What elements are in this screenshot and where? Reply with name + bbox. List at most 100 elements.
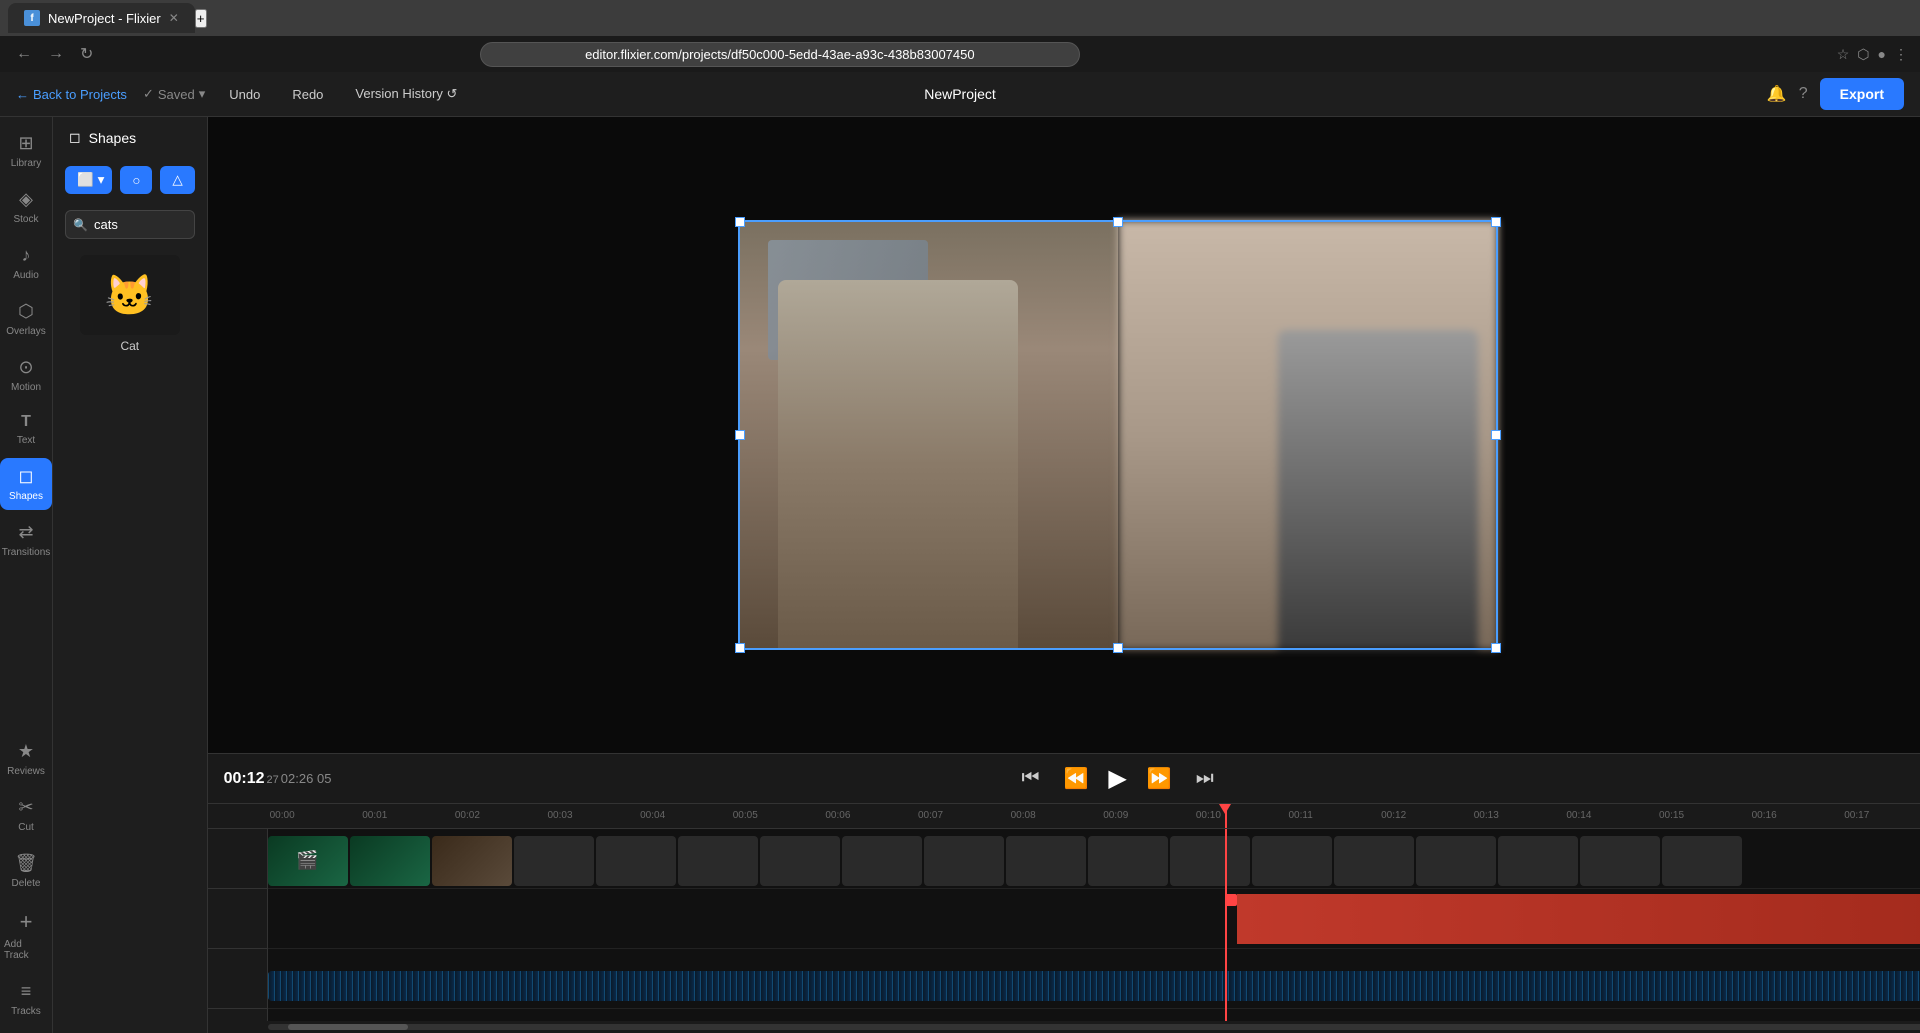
sidebar-label-add-track: Add Track <box>4 939 48 961</box>
profile-icon[interactable]: ● <box>1878 46 1886 62</box>
sidebar-item-cut[interactable]: ✂ Cut <box>0 789 52 841</box>
total-time-display: 02:26 05 <box>281 771 332 786</box>
sidebar-item-overlays[interactable]: ⬡ Overlays <box>0 293 52 345</box>
address-input[interactable] <box>480 42 1080 67</box>
ruler-mark-2: 00:02 <box>453 810 546 821</box>
app-header: ← Back to Projects ✓ Saved ▾ Undo Redo V… <box>0 72 1920 117</box>
time-display: 00:12 27 02:26 05 <box>224 770 332 788</box>
clip-video-8[interactable] <box>1006 836 1086 886</box>
scroll-thumb[interactable] <box>288 1024 408 1030</box>
ruler-mark-6: 00:06 <box>823 810 916 821</box>
new-tab-button[interactable]: + <box>195 9 207 28</box>
sidebar-item-library[interactable]: ⊞ Library <box>0 125 52 177</box>
clip-video-9[interactable] <box>1088 836 1168 886</box>
extensions-icon[interactable]: ⬡ <box>1857 46 1869 63</box>
play-pause-button[interactable]: ▶ <box>1108 764 1126 793</box>
sidebar-item-shapes[interactable]: ◻ Shapes <box>0 458 52 510</box>
clip-video-3[interactable] <box>596 836 676 886</box>
shape-dropdown-arrow: ▾ <box>98 172 105 188</box>
sidebar-label-stock: Stock <box>13 214 38 225</box>
skip-to-end-button[interactable]: ⏭ <box>1192 763 1218 794</box>
motion-icon: ⊙ <box>18 357 33 378</box>
reload-button[interactable]: ↻ <box>76 40 97 68</box>
overlays-icon: ⬡ <box>18 301 34 322</box>
ruler-mark-15: 00:15 <box>1657 810 1750 821</box>
mask-clip[interactable] <box>1237 894 1920 944</box>
clip-video-1[interactable] <box>432 836 512 886</box>
fast-forward-button[interactable]: ⏩ <box>1143 762 1176 795</box>
sidebar-item-add-track[interactable]: + Add Track <box>0 901 52 969</box>
clip-video-11[interactable] <box>1252 836 1332 886</box>
cat-label: Cat <box>120 339 139 353</box>
clip-video-4[interactable] <box>678 836 758 886</box>
export-button[interactable]: Export <box>1820 78 1904 110</box>
clip-video-14[interactable] <box>1498 836 1578 886</box>
clip-video-16[interactable] <box>1662 836 1742 886</box>
clip-video-5[interactable] <box>760 836 840 886</box>
sidebar-item-tracks[interactable]: ≡ Tracks <box>0 973 52 1025</box>
undo-button[interactable]: Undo <box>221 83 268 106</box>
back-nav-button[interactable]: ← <box>12 41 36 67</box>
media-grid: 🐱 Cat <box>53 247 207 361</box>
video-right-panel <box>1118 220 1498 650</box>
sidebar-label-transitions: Transitions <box>2 547 51 558</box>
clip-video-12[interactable] <box>1334 836 1414 886</box>
sidebar-item-reviews[interactable]: ★ Reviews <box>0 733 52 785</box>
address-bar-row: ← → ↻ ☆ ⬡ ● ⋮ <box>0 36 1920 72</box>
clip-video-7[interactable] <box>924 836 1004 886</box>
playback-controls: 00:12 27 02:26 05 ⏮ ⏪ ▶ ⏩ ⏭ 100% ⛶ ⚙ <box>208 753 1920 803</box>
project-title: NewProject <box>924 86 996 102</box>
clip-green-2[interactable] <box>350 836 430 886</box>
help-icon[interactable]: ? <box>1799 85 1808 103</box>
rewind-button[interactable]: ⏪ <box>1059 762 1092 795</box>
sidebar-label-text: Text <box>17 435 35 446</box>
bookmark-icon[interactable]: ☆ <box>1837 46 1850 63</box>
delete-icon: 🗑 <box>15 853 38 874</box>
current-frame: 27 <box>267 774 279 786</box>
ruler-mark-11: 00:11 <box>1287 810 1380 821</box>
scroll-track[interactable] <box>268 1024 1920 1030</box>
saved-check-icon: ✓ <box>143 86 154 102</box>
active-tab[interactable]: f NewProject - Flixier ✕ <box>8 3 195 33</box>
video-track-label <box>208 829 267 889</box>
clip-video-6[interactable] <box>842 836 922 886</box>
sidebar-item-audio[interactable]: ♪ Audio <box>0 237 52 289</box>
sidebar-item-stock[interactable]: ◈ Stock <box>0 181 52 233</box>
sidebar-label-shapes: Shapes <box>9 491 43 502</box>
panel-header-title: Shapes <box>89 130 136 146</box>
timeline-ruler: 00:00 00:01 00:02 00:03 00:04 00:05 00:0… <box>208 804 1920 829</box>
media-item-cat[interactable]: 🐱 Cat <box>65 255 195 353</box>
redo-button[interactable]: Redo <box>284 83 331 106</box>
triangle-shape-button[interactable]: △ <box>160 166 194 194</box>
audio-waveform <box>268 971 1920 1001</box>
history-icon: ↺ <box>446 86 457 101</box>
saved-dropdown-icon[interactable]: ▾ <box>199 86 206 102</box>
sidebar-label-motion: Motion <box>11 382 41 393</box>
sidebar-item-transitions[interactable]: ⇄ Transitions <box>0 514 52 566</box>
current-time: 00:12 <box>224 770 265 788</box>
menu-icon[interactable]: ⋮ <box>1894 46 1908 63</box>
mask-track-label <box>208 889 267 949</box>
back-to-projects-button[interactable]: ← Back to Projects <box>16 87 127 102</box>
clip-video-15[interactable] <box>1580 836 1660 886</box>
tracks-scroll-container[interactable]: 🎬 <box>268 829 1920 1021</box>
ruler-mark-17: 00:17 <box>1842 810 1920 821</box>
sidebar-item-delete[interactable]: 🗑 Delete <box>0 845 52 897</box>
version-history-button[interactable]: Version History ↺ <box>347 82 465 106</box>
clip-video-13[interactable] <box>1416 836 1496 886</box>
sidebar-item-text[interactable]: T Text <box>0 405 52 454</box>
close-tab-button[interactable]: ✕ <box>169 11 179 25</box>
left-track-labels <box>208 829 268 1021</box>
circle-shape-button[interactable]: ○ <box>120 166 152 194</box>
ruler-mark-12: 00:12 <box>1379 810 1472 821</box>
clip-video-2[interactable] <box>514 836 594 886</box>
forward-nav-button[interactable]: → <box>44 41 68 67</box>
rectangle-shape-button[interactable]: ⬜ ▾ <box>65 166 112 194</box>
ruler-mark-13: 00:13 <box>1472 810 1565 821</box>
clip-video-10[interactable] <box>1170 836 1250 886</box>
clip-green-1[interactable]: 🎬 <box>268 836 348 886</box>
notifications-icon[interactable]: 🔔 <box>1767 84 1787 104</box>
skip-to-start-button[interactable]: ⏮ <box>1017 763 1043 794</box>
timeline-tracks-container: 🎬 <box>208 829 1920 1021</box>
sidebar-item-motion[interactable]: ⊙ Motion <box>0 349 52 401</box>
